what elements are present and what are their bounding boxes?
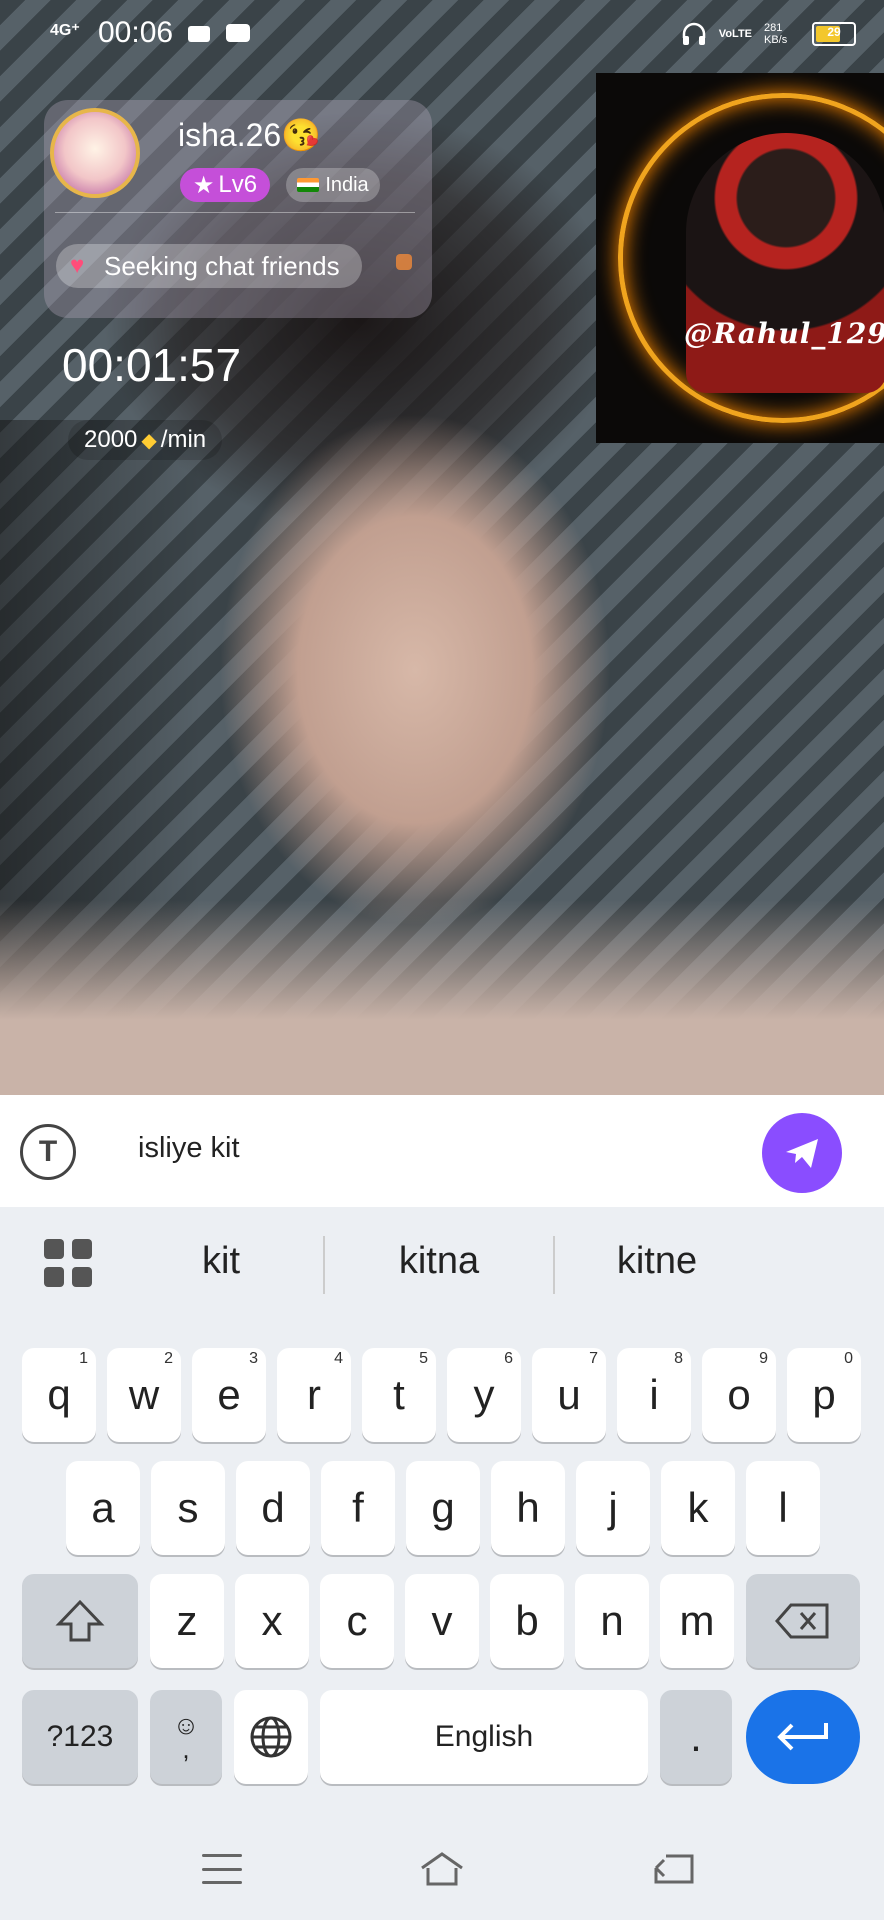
symbols-key[interactable]: ?123 bbox=[22, 1690, 138, 1784]
home-nav-icon[interactable] bbox=[418, 1850, 466, 1888]
key-n[interactable]: n bbox=[575, 1574, 649, 1668]
keyboard bbox=[0, 1207, 884, 1920]
language-key[interactable] bbox=[234, 1690, 308, 1784]
shift-key[interactable] bbox=[22, 1574, 138, 1668]
india-flag-icon bbox=[297, 178, 320, 192]
message-input[interactable]: isliye kit bbox=[138, 1132, 240, 1165]
key-d[interactable]: d bbox=[236, 1461, 310, 1555]
divider bbox=[55, 212, 415, 213]
key-e[interactable]: e3 bbox=[192, 1348, 266, 1442]
key-w[interactable]: w2 bbox=[107, 1348, 181, 1442]
menu-nav-icon[interactable] bbox=[202, 1854, 242, 1884]
country-label: India bbox=[325, 173, 369, 196]
enter-key[interactable] bbox=[746, 1690, 860, 1784]
status-tag-label: Seeking chat friends bbox=[104, 250, 340, 281]
translate-icon[interactable]: T bbox=[20, 1124, 76, 1180]
enter-icon bbox=[777, 1723, 828, 1751]
call-timer: 00:01:57 bbox=[62, 339, 242, 391]
divider bbox=[323, 1236, 325, 1294]
video-call-icon bbox=[188, 26, 210, 42]
suggestion-3[interactable]: kitne bbox=[572, 1240, 742, 1283]
key-q[interactable]: q1 bbox=[22, 1348, 96, 1442]
period-key[interactable]: . bbox=[660, 1690, 732, 1784]
star-icon: ★ bbox=[192, 171, 215, 199]
key-z[interactable]: z bbox=[150, 1574, 224, 1668]
call-rate: 2000 ◆ /min bbox=[68, 420, 223, 460]
key-s[interactable]: s bbox=[151, 1461, 225, 1555]
key-v[interactable]: v bbox=[405, 1574, 479, 1668]
key-k[interactable]: k bbox=[661, 1461, 735, 1555]
space-key[interactable]: English bbox=[320, 1690, 648, 1784]
profile-figure bbox=[686, 133, 884, 393]
status-bar: 4G⁺ 00:06 VoLTE 281 KB/s 29 bbox=[0, 0, 884, 70]
host-avatar[interactable] bbox=[50, 108, 140, 198]
divider bbox=[553, 1236, 555, 1294]
send-icon bbox=[786, 1139, 818, 1168]
status-tag: ♥ Seeking chat friends bbox=[56, 244, 362, 288]
backspace-key[interactable] bbox=[746, 1574, 860, 1668]
suggestion-1[interactable]: kit bbox=[136, 1240, 306, 1283]
suggestion-2[interactable]: kitna bbox=[354, 1240, 524, 1283]
self-video-preview[interactable]: @Rahul_1290 bbox=[596, 73, 884, 443]
keyboard-apps-icon[interactable] bbox=[44, 1239, 92, 1287]
heart-icon: ♥ bbox=[70, 252, 85, 279]
more-icon[interactable] bbox=[396, 254, 412, 270]
message-bar bbox=[0, 1095, 884, 1207]
clock: 00:06 bbox=[98, 16, 174, 49]
level-badge: ★ Lv6 bbox=[180, 168, 270, 202]
preview-handle: @Rahul_1290 bbox=[684, 317, 884, 350]
key-c[interactable]: c bbox=[320, 1574, 394, 1668]
shift-icon bbox=[55, 1599, 105, 1642]
emoji-key[interactable]: ☺, bbox=[150, 1690, 222, 1784]
rate-amount: 2000 bbox=[84, 426, 138, 453]
country-badge: India bbox=[286, 168, 380, 202]
level-label: Lv6 bbox=[218, 171, 258, 198]
headphones-icon bbox=[682, 22, 706, 45]
key-r[interactable]: r4 bbox=[277, 1348, 351, 1442]
key-f[interactable]: f bbox=[321, 1461, 395, 1555]
key-i[interactable]: i8 bbox=[617, 1348, 691, 1442]
key-j[interactable]: j bbox=[576, 1461, 650, 1555]
key-t[interactable]: t5 bbox=[362, 1348, 436, 1442]
speed-indicator: 281 KB/s bbox=[764, 22, 788, 46]
key-h[interactable]: h bbox=[491, 1461, 565, 1555]
rate-unit: /min bbox=[160, 426, 207, 453]
battery-icon: 29 bbox=[812, 22, 856, 46]
key-a[interactable]: a bbox=[66, 1461, 140, 1555]
key-u[interactable]: u7 bbox=[532, 1348, 606, 1442]
host-username: isha.26😘 bbox=[178, 117, 322, 153]
key-b[interactable]: b bbox=[490, 1574, 564, 1668]
key-y[interactable]: y6 bbox=[447, 1348, 521, 1442]
diamond-icon: ◆ bbox=[141, 429, 157, 452]
key-x[interactable]: x bbox=[235, 1574, 309, 1668]
key-m[interactable]: m bbox=[660, 1574, 734, 1668]
lte-indicator: VoLTE bbox=[718, 28, 752, 40]
send-button[interactable] bbox=[762, 1113, 842, 1193]
back-nav-icon[interactable] bbox=[652, 1852, 696, 1886]
youtube-icon bbox=[226, 24, 250, 42]
backspace-icon bbox=[775, 1603, 829, 1639]
key-p[interactable]: p0 bbox=[787, 1348, 861, 1442]
key-g[interactable]: g bbox=[406, 1461, 480, 1555]
network-indicator: 4G⁺ bbox=[50, 22, 80, 39]
key-l[interactable]: l bbox=[746, 1461, 820, 1555]
key-o[interactable]: o9 bbox=[702, 1348, 776, 1442]
globe-icon bbox=[250, 1716, 292, 1758]
